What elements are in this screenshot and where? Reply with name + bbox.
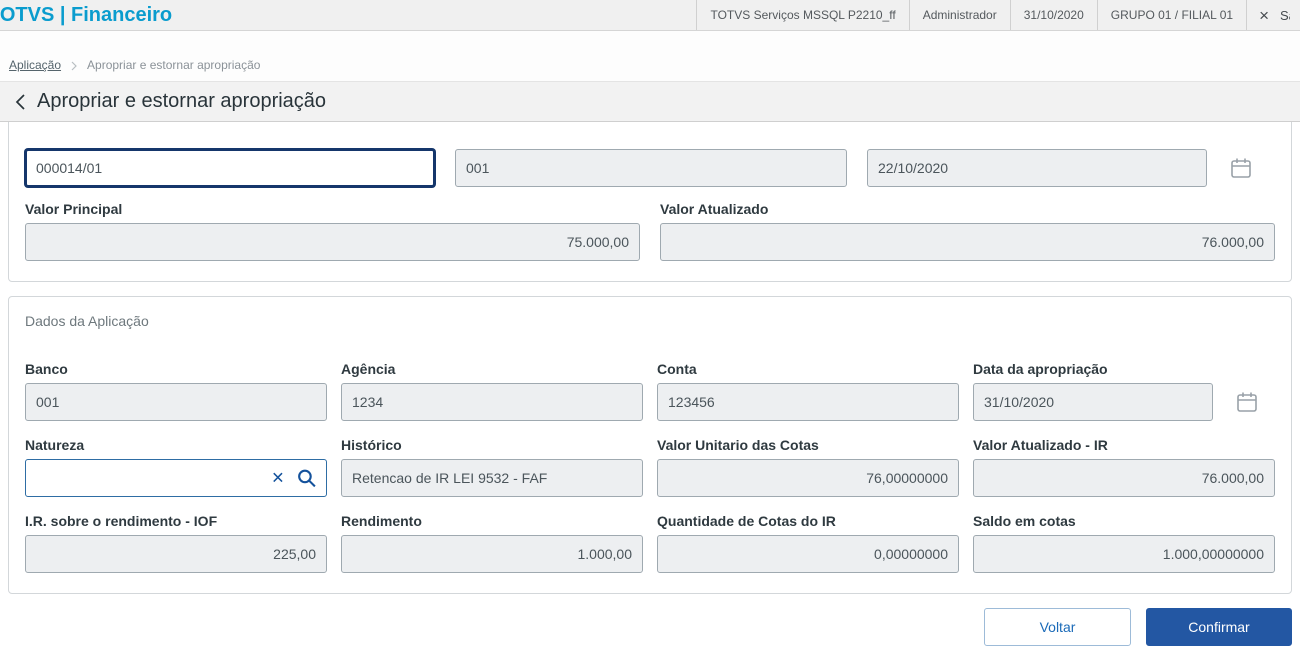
ir-rendimento-iof-label: I.R. sobre o rendimento - IOF [25,513,218,529]
clear-icon[interactable]: × [272,468,284,489]
breadcrumb-chevron-icon [70,61,78,72]
valor-unitario-cotas-label: Valor Unitario das Cotas [657,437,819,453]
dados-aplicacao-card: Dados da Aplicação Banco Agência Conta D… [8,296,1292,594]
field-agencia: Agência [341,361,643,421]
field-valor-atualizado-ir: Valor Atualizado - IR [973,437,1275,497]
field-historico: Histórico [341,437,643,497]
valor-atualizado-ir-input [973,459,1275,497]
field-conta: Conta [657,361,959,421]
back-button[interactable] [14,93,26,111]
field-quantidade-cotas-ir: Quantidade de Cotas do IR [657,513,959,573]
valor-principal-input [25,223,640,261]
banco-label: Banco [25,361,68,377]
data-apropriacao-input [973,383,1213,421]
app-title: TOTVS | Financeiro [0,3,173,26]
breadcrumb-aplicacao-link[interactable]: Aplicação [9,58,61,72]
valor-unitario-cotas-input [657,459,959,497]
footer-actions: Voltar Confirmar [8,594,1292,646]
historico-label: Histórico [341,437,402,453]
agencia-label: Agência [341,361,396,377]
environment-label: TOTVS Serviços MSSQL P2210_ff [696,0,908,30]
natureza-lookup-icons: × [272,468,317,489]
valor-atualizado-label: Valor Atualizado [660,201,769,217]
field-saldo-em-cotas: Saldo em cotas [973,513,1275,573]
breadcrumb-current: Apropriar e estornar apropriação [87,58,261,72]
data-apropriacao-calendar-button[interactable] [1235,390,1259,414]
content-area: Valor Principal Valor Atualizado Dados d… [0,110,1300,654]
resumo-values-row: Valor Principal Valor Atualizado [25,201,1275,261]
page-title-bar: Apropriar e estornar apropriação [0,82,1300,122]
quantidade-cotas-ir-input [657,535,959,573]
historico-input [341,459,643,497]
parcela-input [455,149,847,187]
saldo-em-cotas-label: Saldo em cotas [973,513,1076,529]
natureza-lookup: × [25,459,327,497]
voltar-button[interactable]: Voltar [984,608,1131,646]
valor-principal-label: Valor Principal [25,201,123,217]
header-actions: × Sair [1246,0,1300,30]
quantidade-cotas-ir-label: Quantidade de Cotas do IR [657,513,836,529]
top-header: TOTVS | Financeiro TOTVS Serviços MSSQL … [0,0,1300,31]
field-rendimento: Rendimento [341,513,643,573]
field-natureza: Natureza × [25,437,327,497]
dados-aplicacao-title: Dados da Aplicação [25,313,149,329]
calendar-icon [1237,392,1257,412]
chevron-left-icon [15,93,25,110]
banco-input [25,383,327,421]
field-ir-rendimento-iof: I.R. sobre o rendimento - IOF [25,513,327,573]
natureza-label: Natureza [25,437,85,453]
data-aplicacao-input [867,149,1207,187]
rendimento-input [341,535,643,573]
field-valor-unitario-cotas: Valor Unitario das Cotas [657,437,959,497]
calendar-button[interactable] [1229,156,1253,180]
valor-atualizado-input [660,223,1275,261]
search-button[interactable] [296,468,317,489]
page-title: Apropriar e estornar apropriação [37,90,327,112]
resumo-row [25,149,1275,187]
conta-input [657,383,959,421]
field-valor-atualizado: Valor Atualizado [660,201,1275,261]
resumo-card: Valor Principal Valor Atualizado [8,110,1292,282]
confirmar-button[interactable]: Confirmar [1146,608,1292,646]
calendar-icon [1231,158,1251,178]
close-icon[interactable]: × [1259,7,1269,24]
breadcrumb: Aplicação Apropriar e estornar apropriaç… [0,31,1300,82]
rendimento-label: Rendimento [341,513,422,529]
header-status-bar: TOTVS Serviços MSSQL P2210_ff Administra… [696,0,1300,30]
ir-rendimento-iof-input [25,535,327,573]
branch-label: GRUPO 01 / FILIAL 01 [1096,0,1246,30]
dados-grid: Banco Agência Conta Data da apropriação [25,361,1275,573]
field-banco: Banco [25,361,327,421]
data-apropriacao-row [973,383,1275,421]
conta-label: Conta [657,361,697,377]
saldo-em-cotas-input [973,535,1275,573]
exit-label[interactable]: Sair [1280,8,1290,23]
field-data-apropriacao: Data da apropriação [973,361,1275,421]
agencia-input [341,383,643,421]
data-apropriacao-label: Data da apropriação [973,361,1108,377]
search-icon [298,469,316,488]
documento-input[interactable] [25,149,435,187]
valor-atualizado-ir-label: Valor Atualizado - IR [973,437,1108,453]
user-label: Administrador [908,0,1010,30]
date-label: 31/10/2020 [1009,0,1097,30]
field-valor-principal: Valor Principal [25,201,640,261]
